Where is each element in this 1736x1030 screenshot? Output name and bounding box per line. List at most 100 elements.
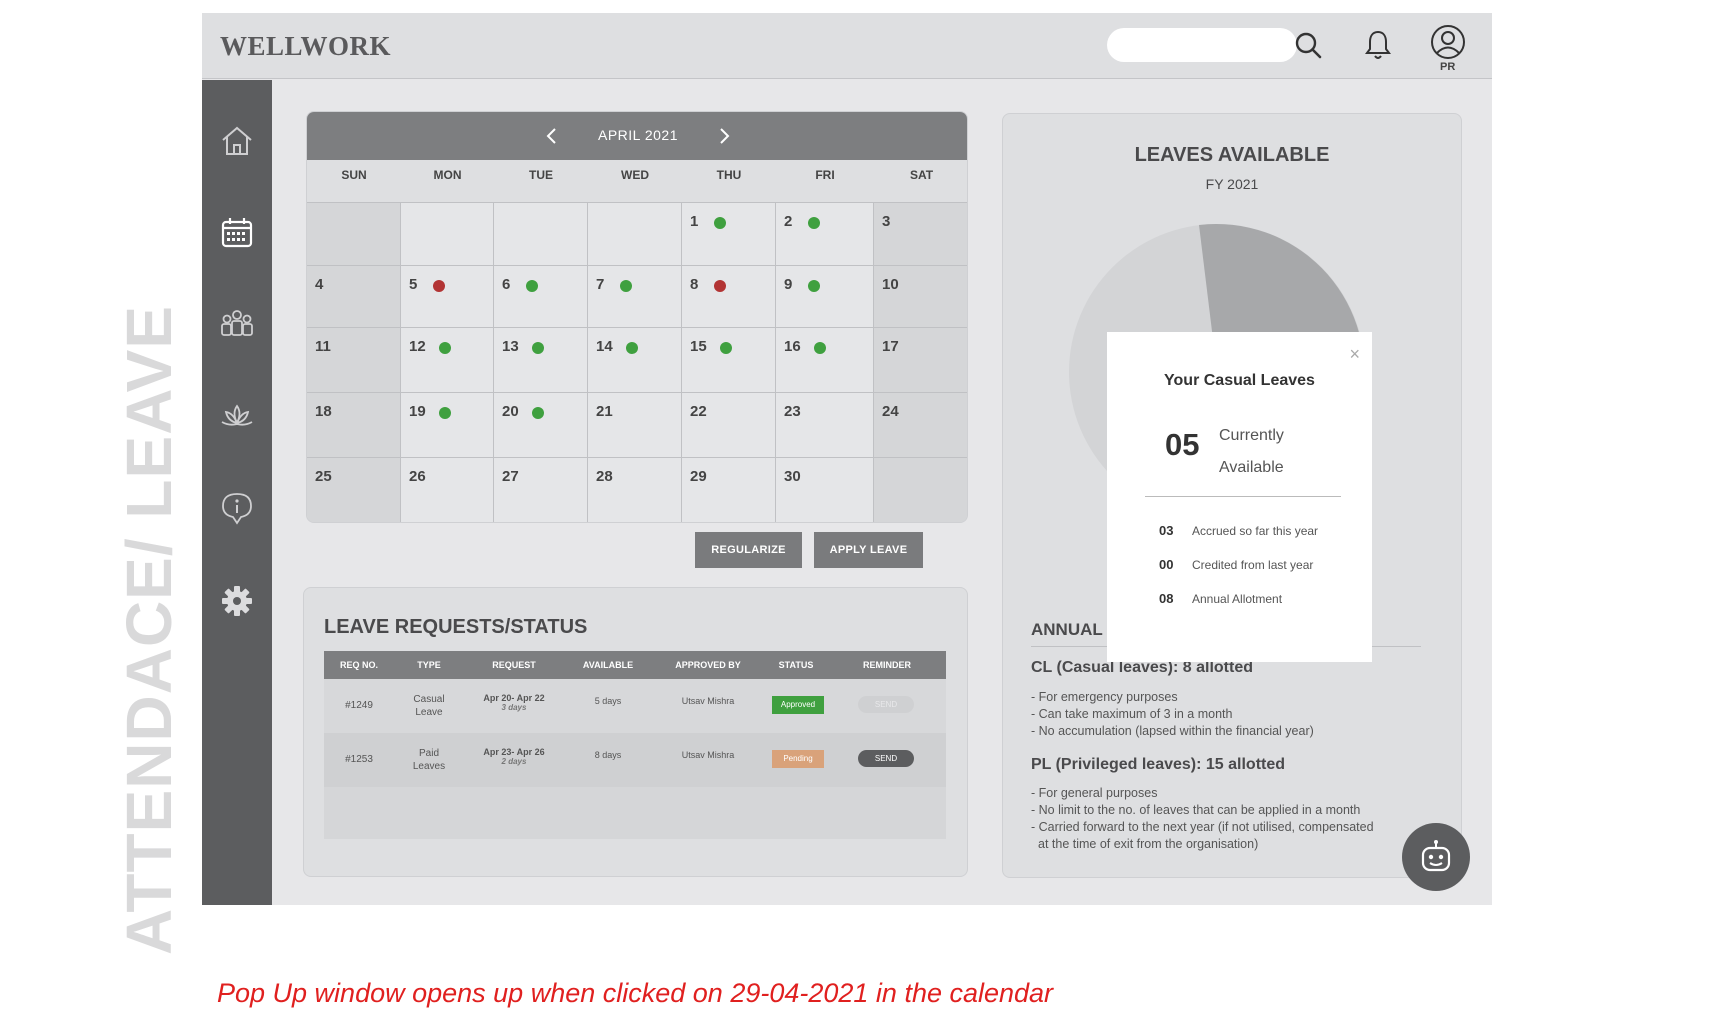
day-number: 11 [315,338,331,355]
regularize-button[interactable]: REGULARIZE [695,532,802,568]
calendar-day-cell[interactable]: 17 [874,327,967,392]
bell-icon[interactable] [1364,29,1392,61]
calendar-day-cell[interactable]: 12 [401,327,494,392]
calendar-icon[interactable] [219,215,255,251]
divider [1145,496,1341,497]
calendar-day-cell[interactable]: 15 [682,327,776,392]
day-number: 22 [690,403,707,420]
search-input[interactable] [1107,28,1297,62]
stat-label: Credited from last year [1192,558,1314,572]
chatbot-button[interactable] [1402,823,1470,891]
weekday-label: MON [433,168,462,182]
send-reminder-button[interactable]: SEND [858,696,914,713]
leave-stat-row: 08 Annual Allotment [1159,591,1282,606]
cl-line: - Can take maximum of 3 in a month [1031,707,1233,721]
column-header: APPROVED BY [675,660,741,670]
calendar-day-cell[interactable]: 2 [776,202,874,265]
present-dot [532,407,544,419]
day-number: 4 [315,276,324,293]
pl-details: - For general purposes - No limit to the… [1031,785,1374,853]
weekday-label: THU [716,168,742,182]
pl-line: - For general purposes [1031,786,1158,800]
available-label-line: Available [1219,459,1284,476]
leave-stat-row: 00 Credited from last year [1159,557,1313,572]
day-number: 17 [882,338,899,355]
day-number: 20 [502,403,519,420]
leave-type: Paid Leaves [412,748,446,772]
calendar-day-cell[interactable]: 9 [776,265,874,327]
next-month-icon[interactable] [713,124,735,148]
close-icon[interactable]: × [1349,344,1360,365]
calendar-day-cell[interactable]: 4 [307,265,401,327]
apply-leave-button[interactable]: APPLY LEAVE [814,532,923,568]
home-icon[interactable] [219,123,255,159]
calendar-day-cell[interactable]: 11 [307,327,401,392]
day-number: 6 [502,276,511,293]
top-bar: WELLWORK PR [202,13,1492,79]
send-reminder-button[interactable]: SEND [858,750,914,767]
day-number: 12 [409,338,426,355]
pl-line: - No limit to the no. of leaves that can… [1031,803,1361,817]
calendar-day-cell[interactable]: 30 [776,457,874,522]
present-dot [808,217,820,229]
calendar-day-cell[interactable]: 27 [494,457,588,522]
present-dot [526,280,538,292]
calendar-day-cell[interactable]: 16 [776,327,874,392]
calendar-day-cell[interactable]: 7 [588,265,682,327]
cl-details: - For emergency purposes - Can take maxi… [1031,689,1314,740]
present-dot [720,342,732,354]
calendar-day-cell[interactable]: 28 [588,457,682,522]
calendar-day-cell[interactable]: 19 [401,392,494,457]
weekday-label: SUN [341,168,367,182]
calendar-day-cell[interactable]: 13 [494,327,588,392]
present-dot [814,342,826,354]
pl-line: at the time of exit from the organisatio… [1038,837,1259,851]
calendar-day-cell[interactable]: 6 [494,265,588,327]
logo: WELLWORK [220,31,392,61]
calendar-empty-cell [588,202,682,265]
calendar-day-cell[interactable]: 3 [874,202,967,265]
day-number: 16 [784,338,801,355]
pl-heading: PL (Privileged leaves): 15 allotted [1031,756,1286,773]
casual-leaves-popup: × Your Casual Leaves 05 Currently Availa… [1107,332,1372,662]
calendar-day-cell[interactable]: 24 [874,392,967,457]
calendar-day-cell[interactable]: 23 [776,392,874,457]
calendar-day-cell[interactable]: 26 [401,457,494,522]
column-header: REQ NO. [339,660,378,670]
calendar-day-cell[interactable]: 14 [588,327,682,392]
day-number: 19 [409,403,426,420]
day-number: 30 [784,468,801,485]
calendar-day-cell[interactable]: 25 [307,457,401,522]
status-badge: Approved [772,696,824,714]
day-number: 27 [502,468,519,485]
calendar-day-cell[interactable]: 29 [682,457,776,522]
calendar-day-cell[interactable]: 22 [682,392,776,457]
user-avatar-icon[interactable] [1430,24,1466,60]
calendar-day-cell[interactable]: 21 [588,392,682,457]
lotus-icon[interactable] [219,398,255,434]
avatar-initials: PR [1440,61,1456,73]
calendar-day-cell[interactable]: 1 [682,202,776,265]
search-icon[interactable] [1294,31,1324,61]
day-number: 15 [690,338,707,355]
calendar-day-cell[interactable]: 5 [401,265,494,327]
table-row[interactable]: #1249 Casual Leave Apr 20- Apr 22 3 days… [324,679,946,733]
calendar-day-cell[interactable]: 8 [682,265,776,327]
settings-icon[interactable] [219,583,255,619]
present-dot [808,280,820,292]
team-icon[interactable] [219,306,255,342]
weekday-label: FRI [815,168,835,182]
present-dot [714,217,726,229]
table-row[interactable]: #1253 Paid Leaves Apr 23- Apr 26 2 days … [324,733,946,787]
calendar-day-cell[interactable]: 10 [874,265,967,327]
caption: Pop Up window opens up when clicked on 2… [217,978,1054,1008]
calendar-day-cell[interactable]: 20 [494,392,588,457]
calendar-month: APRIL 2021 [598,127,678,143]
day-number: 25 [315,468,332,485]
weekday-label: WED [621,168,649,182]
calendar-day-cell[interactable]: 18 [307,392,401,457]
info-icon[interactable] [219,490,255,526]
app-window: WELLWORK PR APRIL 2021 SUN MON TUE WED T… [202,13,1492,905]
calendar-empty-cell [494,202,588,265]
page-section-label: ATTENDACE/ LEAVE [113,304,185,956]
